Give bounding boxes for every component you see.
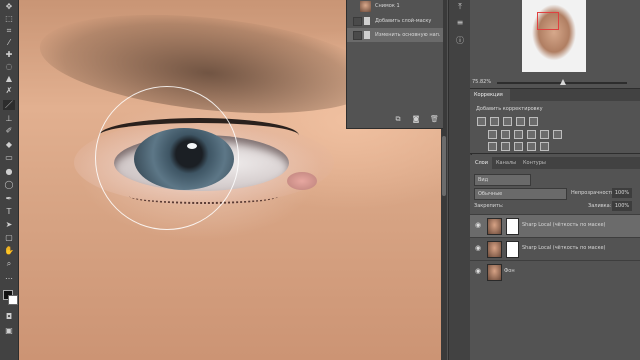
history-item-label: Изменить основную нап... <box>375 32 441 38</box>
panel-icon-strip: ⤒ ≡ ⓘ <box>448 0 472 360</box>
tab-channels[interactable]: Каналы <box>496 160 516 166</box>
history-item[interactable]: Добавить слой-маску <box>347 14 443 28</box>
hand-tool-icon[interactable]: ✋ <box>3 246 15 256</box>
gradient-map-icon[interactable] <box>540 142 549 151</box>
levels-icon[interactable] <box>490 117 499 126</box>
background-color-swatch[interactable] <box>8 295 18 305</box>
channel-mixer-icon[interactable] <box>540 130 549 139</box>
clone-stamp-tool-icon[interactable]: ⊥ <box>3 114 15 124</box>
layer-row[interactable]: ◉ Sharp Local (чёткость по маске) <box>470 214 640 237</box>
history-item[interactable]: Изменить основную нап... <box>347 28 443 42</box>
exposure-icon[interactable] <box>516 117 525 126</box>
adjustments-subtitle: Добавить корректировку <box>476 106 543 112</box>
layer-thumbnail[interactable] <box>487 264 502 281</box>
blend-mode-label: Обычные <box>478 191 503 197</box>
fill-label: Заливка: <box>588 203 612 209</box>
layer-thumbnail[interactable] <box>487 241 502 258</box>
history-step-icon <box>364 31 370 39</box>
quick-mask-icon[interactable]: ◘ <box>3 312 15 322</box>
type-tool-icon[interactable]: T <box>3 207 15 217</box>
dodge-tool-icon[interactable]: ◯ <box>3 180 15 190</box>
snapshot-label: Снимок 1 <box>375 3 400 9</box>
snapshot-thumbnail[interactable] <box>360 1 371 12</box>
healing-brush-tool-icon[interactable]: ✚ <box>3 50 15 60</box>
gradient-tool-icon[interactable]: ▭ <box>3 153 15 163</box>
eye-corner <box>287 172 317 190</box>
mixer-brush-tool-icon[interactable]: ✐ <box>3 126 15 136</box>
kind-filter-label: Вид <box>478 177 489 183</box>
navigator-view-box[interactable] <box>537 12 559 30</box>
layer-name: Sharp Local (чёткость по маске) <box>522 245 606 251</box>
layer-row[interactable]: ◉ Фон <box>470 260 640 283</box>
history-checkbox[interactable] <box>353 31 362 40</box>
navigator-thumbnail[interactable] <box>522 0 586 72</box>
history-footer: ⧉ ◙ 🗑 <box>346 114 442 128</box>
snapshot-camera-icon[interactable]: ◙ <box>412 115 420 123</box>
blur-tool-icon[interactable]: ● <box>3 167 15 177</box>
zoom-value[interactable]: 75.82% <box>472 79 491 85</box>
opacity-input[interactable]: 100% <box>612 188 632 198</box>
layer-thumbnail[interactable] <box>487 218 502 235</box>
tools-panel: ✥ ⬚ ⌗ ⁄ ✚ ◌ ▲ ✗ ／ ⊥ ✐ ◆ ▭ ● ◯ ✒ T ➤ ▢ ✋ … <box>0 0 19 360</box>
stamp-tool-icon[interactable]: ▲ <box>3 74 15 84</box>
more-tools-icon[interactable]: … <box>3 272 15 282</box>
lock-label: Закрепить: <box>474 203 504 209</box>
shape-tool-icon[interactable]: ▢ <box>3 233 15 243</box>
new-document-from-state-icon[interactable]: ⧉ <box>394 115 402 123</box>
vibrance-icon[interactable] <box>529 117 538 126</box>
screen-mode-icon[interactable]: ▣ <box>3 326 15 336</box>
layer-name: Фон <box>504 268 515 274</box>
trash-icon[interactable]: 🗑 <box>430 115 439 123</box>
tab-layers[interactable]: Слои <box>475 160 488 166</box>
opacity-label: Непрозрачность: <box>571 190 616 196</box>
fill-input[interactable]: 100% <box>612 201 632 211</box>
zoom-slider-knob[interactable] <box>560 79 566 85</box>
layer-name: Sharp Local (чёткость по маске) <box>522 222 606 228</box>
layer-mask-thumbnail[interactable] <box>506 241 519 258</box>
visibility-eye-icon[interactable]: ◉ <box>475 245 483 252</box>
color-balance-icon[interactable] <box>501 130 510 139</box>
canvas-scrollbar-thumb[interactable] <box>442 136 446 196</box>
invert-icon[interactable] <box>488 142 497 151</box>
hue-saturation-icon[interactable] <box>488 130 497 139</box>
threshold-icon[interactable] <box>514 142 523 151</box>
properties-panel-icon[interactable]: ≡ <box>455 18 465 28</box>
history-panel: Изменить основную нап... Добавить слой-м… <box>346 0 443 129</box>
info-panel-icon[interactable]: ⓘ <box>455 36 465 46</box>
pen-tool-icon[interactable]: ✒ <box>3 194 15 204</box>
kind-filter-select[interactable]: Вид <box>474 174 531 186</box>
history-checkbox[interactable] <box>353 17 362 26</box>
color-lookup-icon[interactable] <box>553 130 562 139</box>
selective-color-icon[interactable] <box>527 142 536 151</box>
layer-row[interactable]: ◉ Sharp Local (чёткость по маске) <box>470 237 640 260</box>
layer-mask-thumbnail[interactable] <box>506 218 519 235</box>
tab-paths[interactable]: Контуры <box>523 160 546 166</box>
zoom-tool-icon[interactable]: ⌕ <box>3 259 15 269</box>
posterize-icon[interactable] <box>501 142 510 151</box>
history-item-label: Добавить слой-маску <box>375 18 432 24</box>
move-tool-icon[interactable]: ✥ <box>3 2 15 12</box>
tab-adjustments-label: Коррекция <box>474 92 503 98</box>
path-selection-tool-icon[interactable]: ➤ <box>3 220 15 230</box>
visibility-eye-icon[interactable]: ◉ <box>475 222 483 229</box>
eraser-tool-icon[interactable]: ◆ <box>3 140 15 150</box>
crop-tool-icon[interactable]: ⌗ <box>3 26 15 36</box>
history-step-icon <box>364 17 370 25</box>
visibility-eye-icon[interactable]: ◉ <box>475 268 483 275</box>
brush-cursor <box>95 86 239 230</box>
blend-mode-select[interactable]: Обычные <box>474 188 567 200</box>
brightness-contrast-icon[interactable] <box>477 117 486 126</box>
lasso-tool-icon[interactable]: ◌ <box>3 62 15 72</box>
curves-icon[interactable] <box>503 117 512 126</box>
history-brush-tool-icon[interactable]: ✗ <box>3 86 15 96</box>
history-panel-icon[interactable]: ⤒ <box>455 2 465 12</box>
photo-filter-icon[interactable] <box>527 130 536 139</box>
eyedropper-tool-icon[interactable]: ⁄ <box>3 38 15 48</box>
black-white-icon[interactable] <box>514 130 523 139</box>
marquee-tool-icon[interactable]: ⬚ <box>3 14 15 24</box>
brush-tool-icon[interactable]: ／ <box>3 100 15 110</box>
